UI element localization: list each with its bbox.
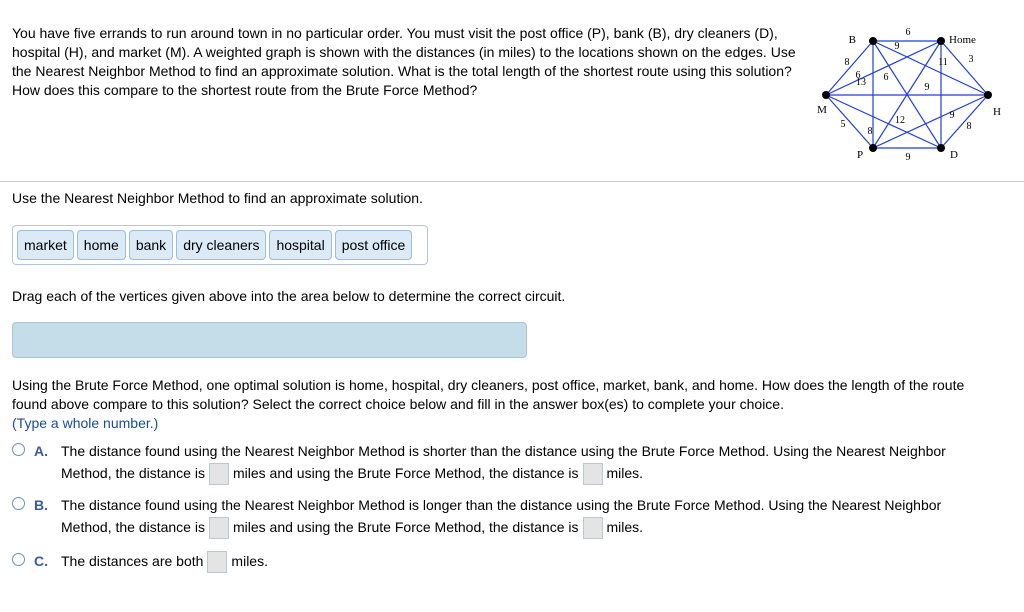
choice-a-mid: miles and using the Brute Force Method, … (232, 465, 579, 481)
choice-a: A. The distance found using the Nearest … (12, 440, 1012, 486)
divider (0, 181, 1024, 182)
radio-c[interactable] (12, 553, 25, 566)
choice-c: C. The distances are both miles. (12, 550, 1012, 574)
choice-a-nn-answer-box[interactable] (208, 463, 229, 486)
choice-b-pre: Method, the distance is (61, 519, 205, 535)
choice-a-letter: A. (34, 443, 48, 459)
edge-weight-b-m: 8 (845, 57, 850, 68)
choice-a-post: miles. (606, 465, 644, 481)
choice-b-mid: miles and using the Brute Force Method, … (232, 519, 579, 535)
edge-weight-m-p: 5 (841, 119, 846, 130)
vertex-label-h: H (993, 106, 1001, 118)
choice-a-line1: The distance found using the Nearest Nei… (61, 443, 946, 459)
tile-home[interactable]: home (76, 230, 126, 260)
vertex-tile-bank: market home bank dry cleaners hospital p… (12, 225, 428, 265)
edge-home-h (940, 40, 989, 96)
vertex-label-b: B (849, 34, 856, 46)
vertex-p (869, 144, 877, 152)
choice-a-bf-answer-box[interactable] (582, 463, 603, 486)
question-text: You have five errands to run around town… (12, 25, 796, 98)
hint-text: (Type a whole number.) (12, 415, 159, 431)
tile-post-office[interactable]: post office (334, 230, 413, 260)
vertex-label-home: Home (949, 34, 976, 46)
tile-market[interactable]: market (17, 230, 74, 260)
choice-c-pre: The distances are both (61, 553, 204, 569)
edge-weight-b-home: 6 (906, 27, 911, 38)
vertex-label-d: D (950, 149, 958, 161)
weighted-graph: 6981386 611 39125998B HomeM HP D (817, 27, 1001, 163)
choice-a-pre: Method, the distance is (61, 465, 205, 481)
radio-b[interactable] (12, 497, 25, 510)
choice-b-letter: B. (34, 497, 48, 513)
choice-b-line1: The distance found using the Nearest Nei… (61, 497, 942, 513)
vertex-d (937, 144, 945, 152)
vertex-label-m: M (817, 104, 827, 116)
choice-c-post: miles. (231, 553, 268, 569)
circuit-drop-zone[interactable] (12, 322, 527, 358)
tile-hospital[interactable]: hospital (269, 230, 332, 260)
edge-m-p (825, 94, 874, 149)
vertex-label-p: P (857, 149, 863, 161)
edge-weight-p-h: 9 (950, 110, 955, 121)
choice-c-letter: C. (34, 553, 48, 569)
vertex-home (937, 37, 945, 45)
edge-weight-p-d: 9 (906, 152, 911, 163)
edge-weight-b-h: 9 (895, 41, 900, 52)
brute-force-description: Using the Brute Force Method, one optima… (12, 377, 965, 412)
edge-weight-home-d: 11 (938, 57, 948, 68)
vertex-b (869, 37, 877, 45)
vertex-h (984, 91, 992, 99)
brute-force-text: Using the Brute Force Method, one optima… (12, 376, 1002, 433)
drag-instruction: Drag each of the vertices given above in… (12, 288, 566, 304)
choice-b-post: miles. (606, 519, 644, 535)
choice-b-bf-answer-box[interactable] (582, 517, 603, 540)
vertex-m (822, 91, 830, 99)
tile-dry-cleaners[interactable]: dry cleaners (176, 230, 267, 260)
choice-c-answer-box[interactable] (207, 551, 228, 574)
edge-weight-home-p: 6 (884, 72, 889, 83)
edge-weight-h-d: 8 (967, 121, 972, 132)
edge-h-d (940, 94, 989, 149)
nn-instruction: Use the Nearest Neighbor Method to find … (12, 190, 423, 206)
edge-weight-b-p: 8 (868, 126, 873, 137)
edge-weight-m-d: 12 (895, 115, 905, 126)
edge-weight-m-h: 9 (925, 82, 930, 93)
choice-b-nn-answer-box[interactable] (208, 517, 229, 540)
tile-bank[interactable]: bank (128, 230, 174, 260)
edge-weight-home-m: 6 (856, 70, 861, 81)
choice-b: B. The distance found using the Nearest … (12, 494, 1012, 540)
edge-weight-home-h: 3 (969, 54, 974, 65)
radio-a[interactable] (12, 443, 25, 456)
